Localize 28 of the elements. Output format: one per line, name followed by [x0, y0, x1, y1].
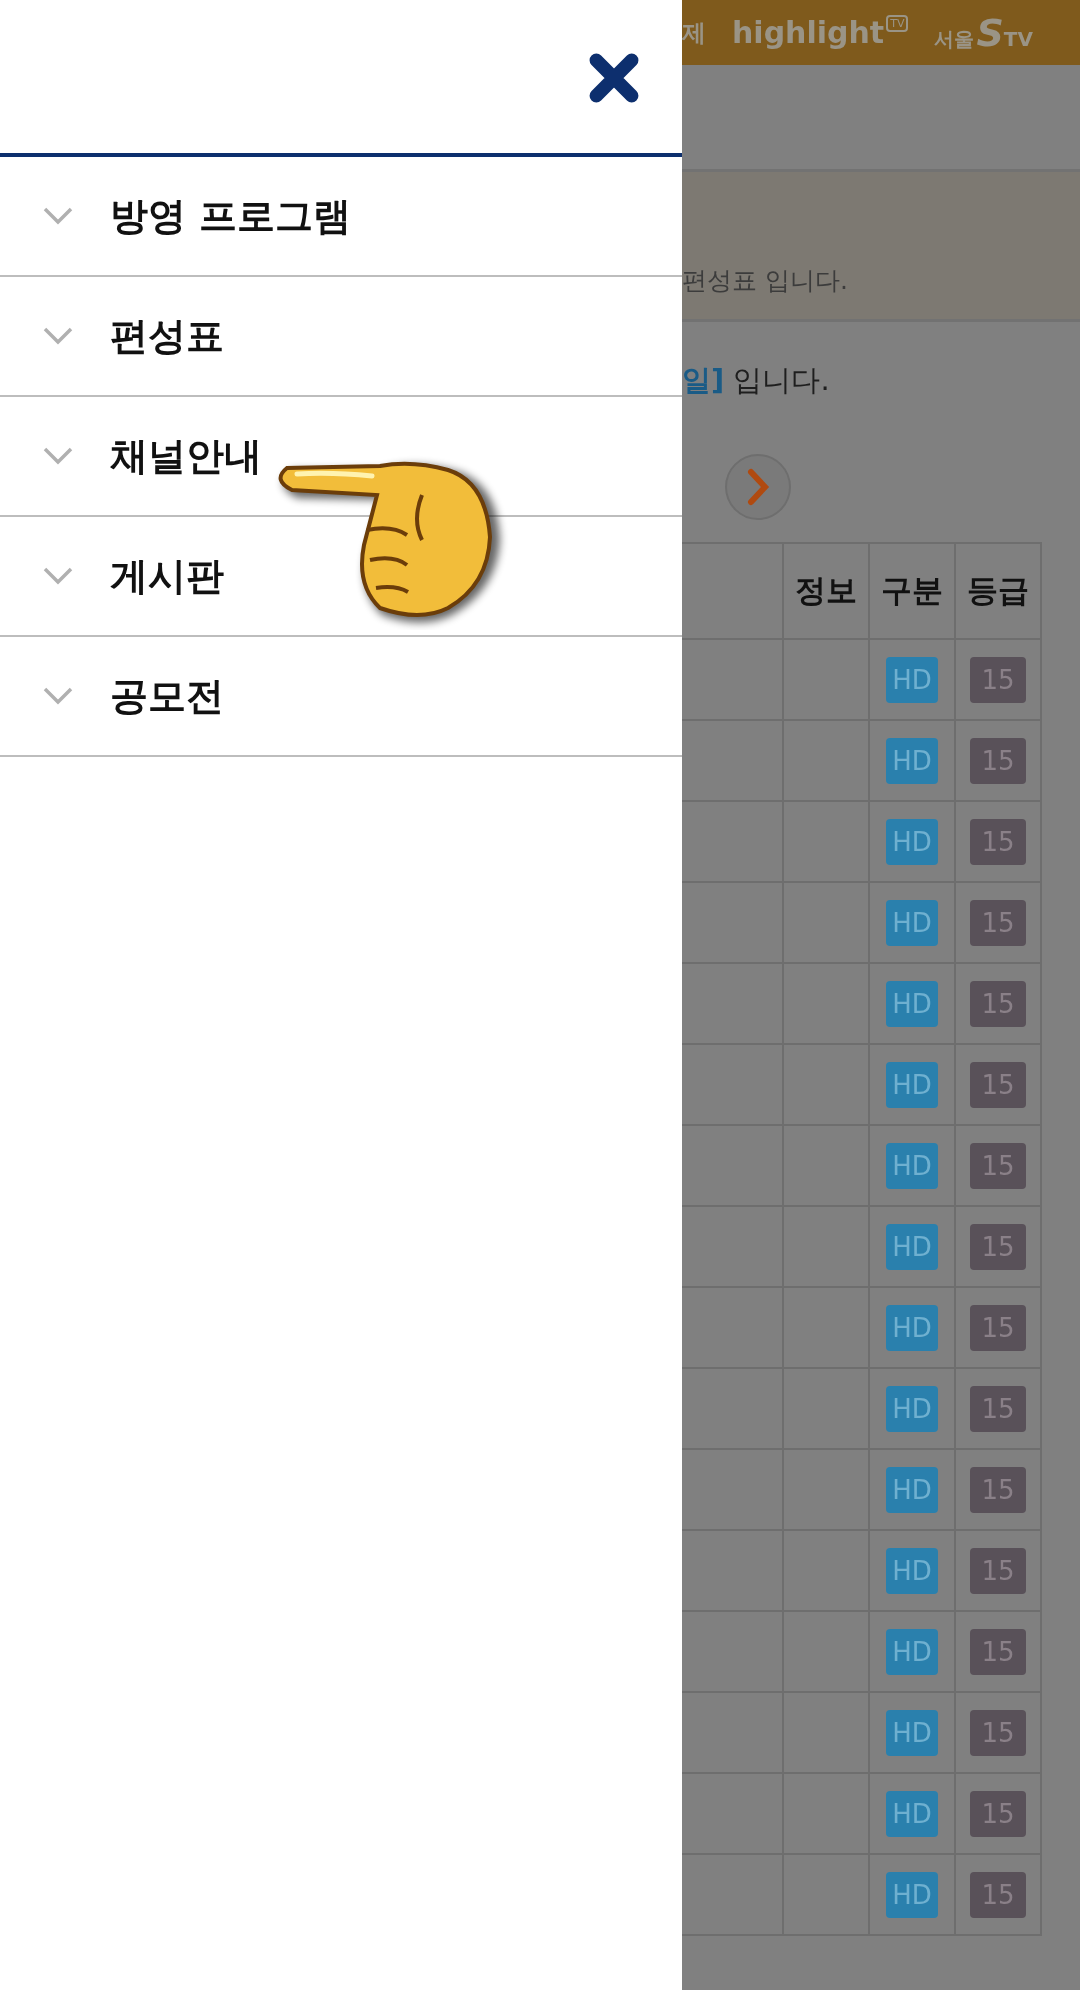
quality-badge: HD: [886, 899, 938, 946]
column-header: 구분: [870, 544, 956, 638]
quality-badge: HD: [886, 818, 938, 865]
quality-badge: HD: [886, 737, 938, 784]
quality-badge: HD: [886, 1790, 938, 1837]
quality-badge: HD: [886, 1709, 938, 1756]
notice-text: 편성표 입니다.: [682, 265, 848, 297]
date-text: 일] 입니다.: [682, 362, 830, 399]
quality-badge: HD: [886, 1385, 938, 1432]
column-header: 정보: [784, 544, 870, 638]
quality-badge: HD: [886, 656, 938, 703]
chevron-icon: [42, 446, 74, 466]
chevron-icon: [42, 206, 74, 226]
quality-badge: HD: [886, 980, 938, 1027]
quality-badge: HD: [886, 1466, 938, 1513]
close-icon[interactable]: [588, 52, 640, 104]
quality-badge: HD: [886, 1223, 938, 1270]
chevron-icon: [42, 326, 74, 346]
logo-badge: TV: [886, 15, 909, 32]
quality-badge: HD: [886, 1547, 938, 1594]
quality-badge: HD: [886, 1871, 938, 1918]
chevron-icon: [42, 686, 74, 706]
column-header: 등급: [956, 544, 1042, 638]
quality-badge: HD: [886, 1061, 938, 1108]
quality-badge: HD: [886, 1142, 938, 1189]
quality-badge: HD: [886, 1628, 938, 1675]
quality-badge: HD: [886, 1304, 938, 1351]
chevron-icon: [42, 566, 74, 586]
